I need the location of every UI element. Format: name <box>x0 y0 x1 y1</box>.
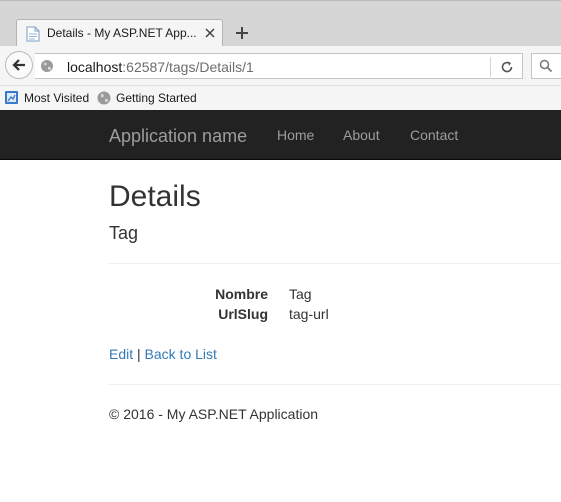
bookmark-label: Getting Started <box>116 91 197 105</box>
field-value-nombre: Tag <box>289 286 312 302</box>
url-path: :62587/tags/Details/1 <box>122 59 254 75</box>
back-arrow-icon <box>12 59 25 71</box>
url-text[interactable]: localhost:62587/tags/Details/1 <box>67 59 254 75</box>
browser-tab-strip: Details - My ASP.NET App... <box>0 0 561 47</box>
bookmarks-toolbar: Most Visited Getting Started <box>0 86 561 110</box>
globe-icon <box>41 60 53 72</box>
new-tab-icon[interactable] <box>234 25 250 41</box>
footer-divider <box>109 384 561 385</box>
action-links: Edit | Back to List <box>109 346 217 362</box>
edit-link[interactable]: Edit <box>109 346 133 362</box>
globe-icon <box>97 91 111 105</box>
address-bar[interactable]: localhost:62587/tags/Details/1 <box>35 53 523 79</box>
field-label-nombre: Nombre <box>215 286 268 302</box>
browser-tab[interactable]: Details - My ASP.NET App... <box>16 19 223 47</box>
field-value-urlslug: tag-url <box>289 306 329 322</box>
nav-about-link[interactable]: About <box>343 127 380 143</box>
browser-toolbar: localhost:62587/tags/Details/1 <box>0 46 561 86</box>
search-icon <box>539 59 553 73</box>
link-separator: | <box>137 346 141 362</box>
page-title: Details <box>109 180 201 213</box>
entity-subtitle: Tag <box>109 223 139 243</box>
brand-link[interactable]: Application name <box>109 126 247 147</box>
url-host: localhost <box>67 59 123 75</box>
bookmark-label: Most Visited <box>24 91 90 105</box>
tab-title: Details - My ASP.NET App... <box>47 26 197 40</box>
reload-icon[interactable] <box>500 60 514 74</box>
search-box[interactable] <box>531 53 561 79</box>
most-visited-icon <box>5 91 18 104</box>
page-icon <box>26 26 40 42</box>
nav-home-link[interactable]: Home <box>277 127 314 143</box>
back-to-list-link[interactable]: Back to List <box>145 346 217 362</box>
site-navbar: Application name Home About Contact <box>0 110 561 160</box>
field-label-urlslug: UrlSlug <box>218 306 268 322</box>
nav-contact-link[interactable]: Contact <box>410 127 458 143</box>
close-tab-icon[interactable] <box>203 26 217 40</box>
footer-text: © 2016 - My ASP.NET Application <box>109 406 319 422</box>
divider <box>109 263 561 264</box>
address-bar-divider <box>490 57 491 77</box>
back-button[interactable] <box>5 51 33 79</box>
